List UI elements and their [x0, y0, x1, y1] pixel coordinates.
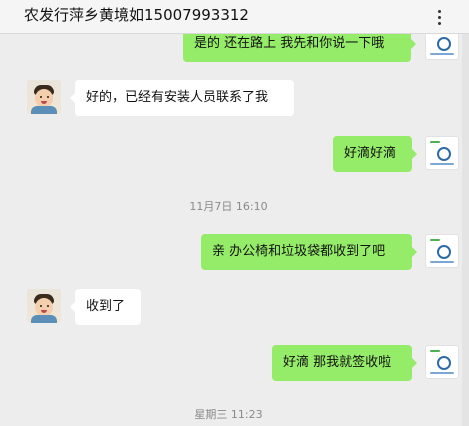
message-bubble-incoming[interactable]: 收到了 [70, 289, 141, 325]
message-text: 是的 还在路上 我先和你说一下哦 [194, 36, 385, 51]
chat-area: 是的 还在路上 我先和你说一下哦 好的，已经有安装人员联系了我 好滴好滴 11月… [0, 0, 459, 426]
timestamp: 11月7日 16:10 [189, 200, 268, 213]
logo-line [430, 141, 440, 143]
logo-line [430, 261, 454, 263]
chat-title: 农发行萍乡黄境如15007993312 [24, 6, 249, 24]
message-bubble-incoming[interactable]: 好的，已经有安装人员联系了我 [70, 80, 294, 116]
logo-ring-icon [437, 147, 451, 161]
timestamp: 星期三 11:23 [194, 408, 263, 421]
my-avatar[interactable] [425, 345, 459, 379]
logo-line [430, 350, 440, 352]
message-text: 好的，已经有安装人员联系了我 [86, 90, 269, 105]
contact-avatar[interactable] [27, 289, 61, 323]
message-text: 好滴 那我就签收啦 [283, 355, 392, 370]
message-text: 好滴好滴 [344, 146, 397, 161]
avatar-eye [47, 96, 49, 98]
scrollbar[interactable] [462, 34, 469, 426]
message-text: 亲 办公椅和垃圾袋都收到了吧 [212, 244, 386, 259]
logo-ring-icon [437, 356, 451, 370]
dot [438, 16, 441, 19]
avatar-eye [47, 305, 49, 307]
my-avatar[interactable] [425, 136, 459, 170]
more-dots-icon[interactable] [431, 6, 449, 28]
message-bubble-outgoing[interactable]: 好滴好滴 [333, 136, 417, 172]
avatar-shirt [31, 106, 57, 114]
avatar-shirt [31, 315, 57, 323]
my-avatar[interactable] [425, 234, 459, 268]
logo-ring-icon [437, 245, 451, 259]
avatar-eye [40, 96, 42, 98]
message-bubble-outgoing[interactable]: 好滴 那我就签收啦 [272, 345, 417, 381]
chat-header: 农发行萍乡黄境如15007993312 [0, 0, 469, 34]
logo-ring-icon [437, 37, 451, 51]
logo-line [430, 239, 440, 241]
logo-line [430, 163, 454, 165]
contact-avatar[interactable] [27, 80, 61, 114]
dot [438, 10, 441, 13]
logo-line [430, 372, 454, 374]
message-text: 收到了 [86, 299, 126, 314]
dot [438, 22, 441, 25]
message-bubble-outgoing[interactable]: 亲 办公椅和垃圾袋都收到了吧 [201, 234, 417, 270]
avatar-eye [40, 305, 42, 307]
logo-line [430, 53, 454, 55]
